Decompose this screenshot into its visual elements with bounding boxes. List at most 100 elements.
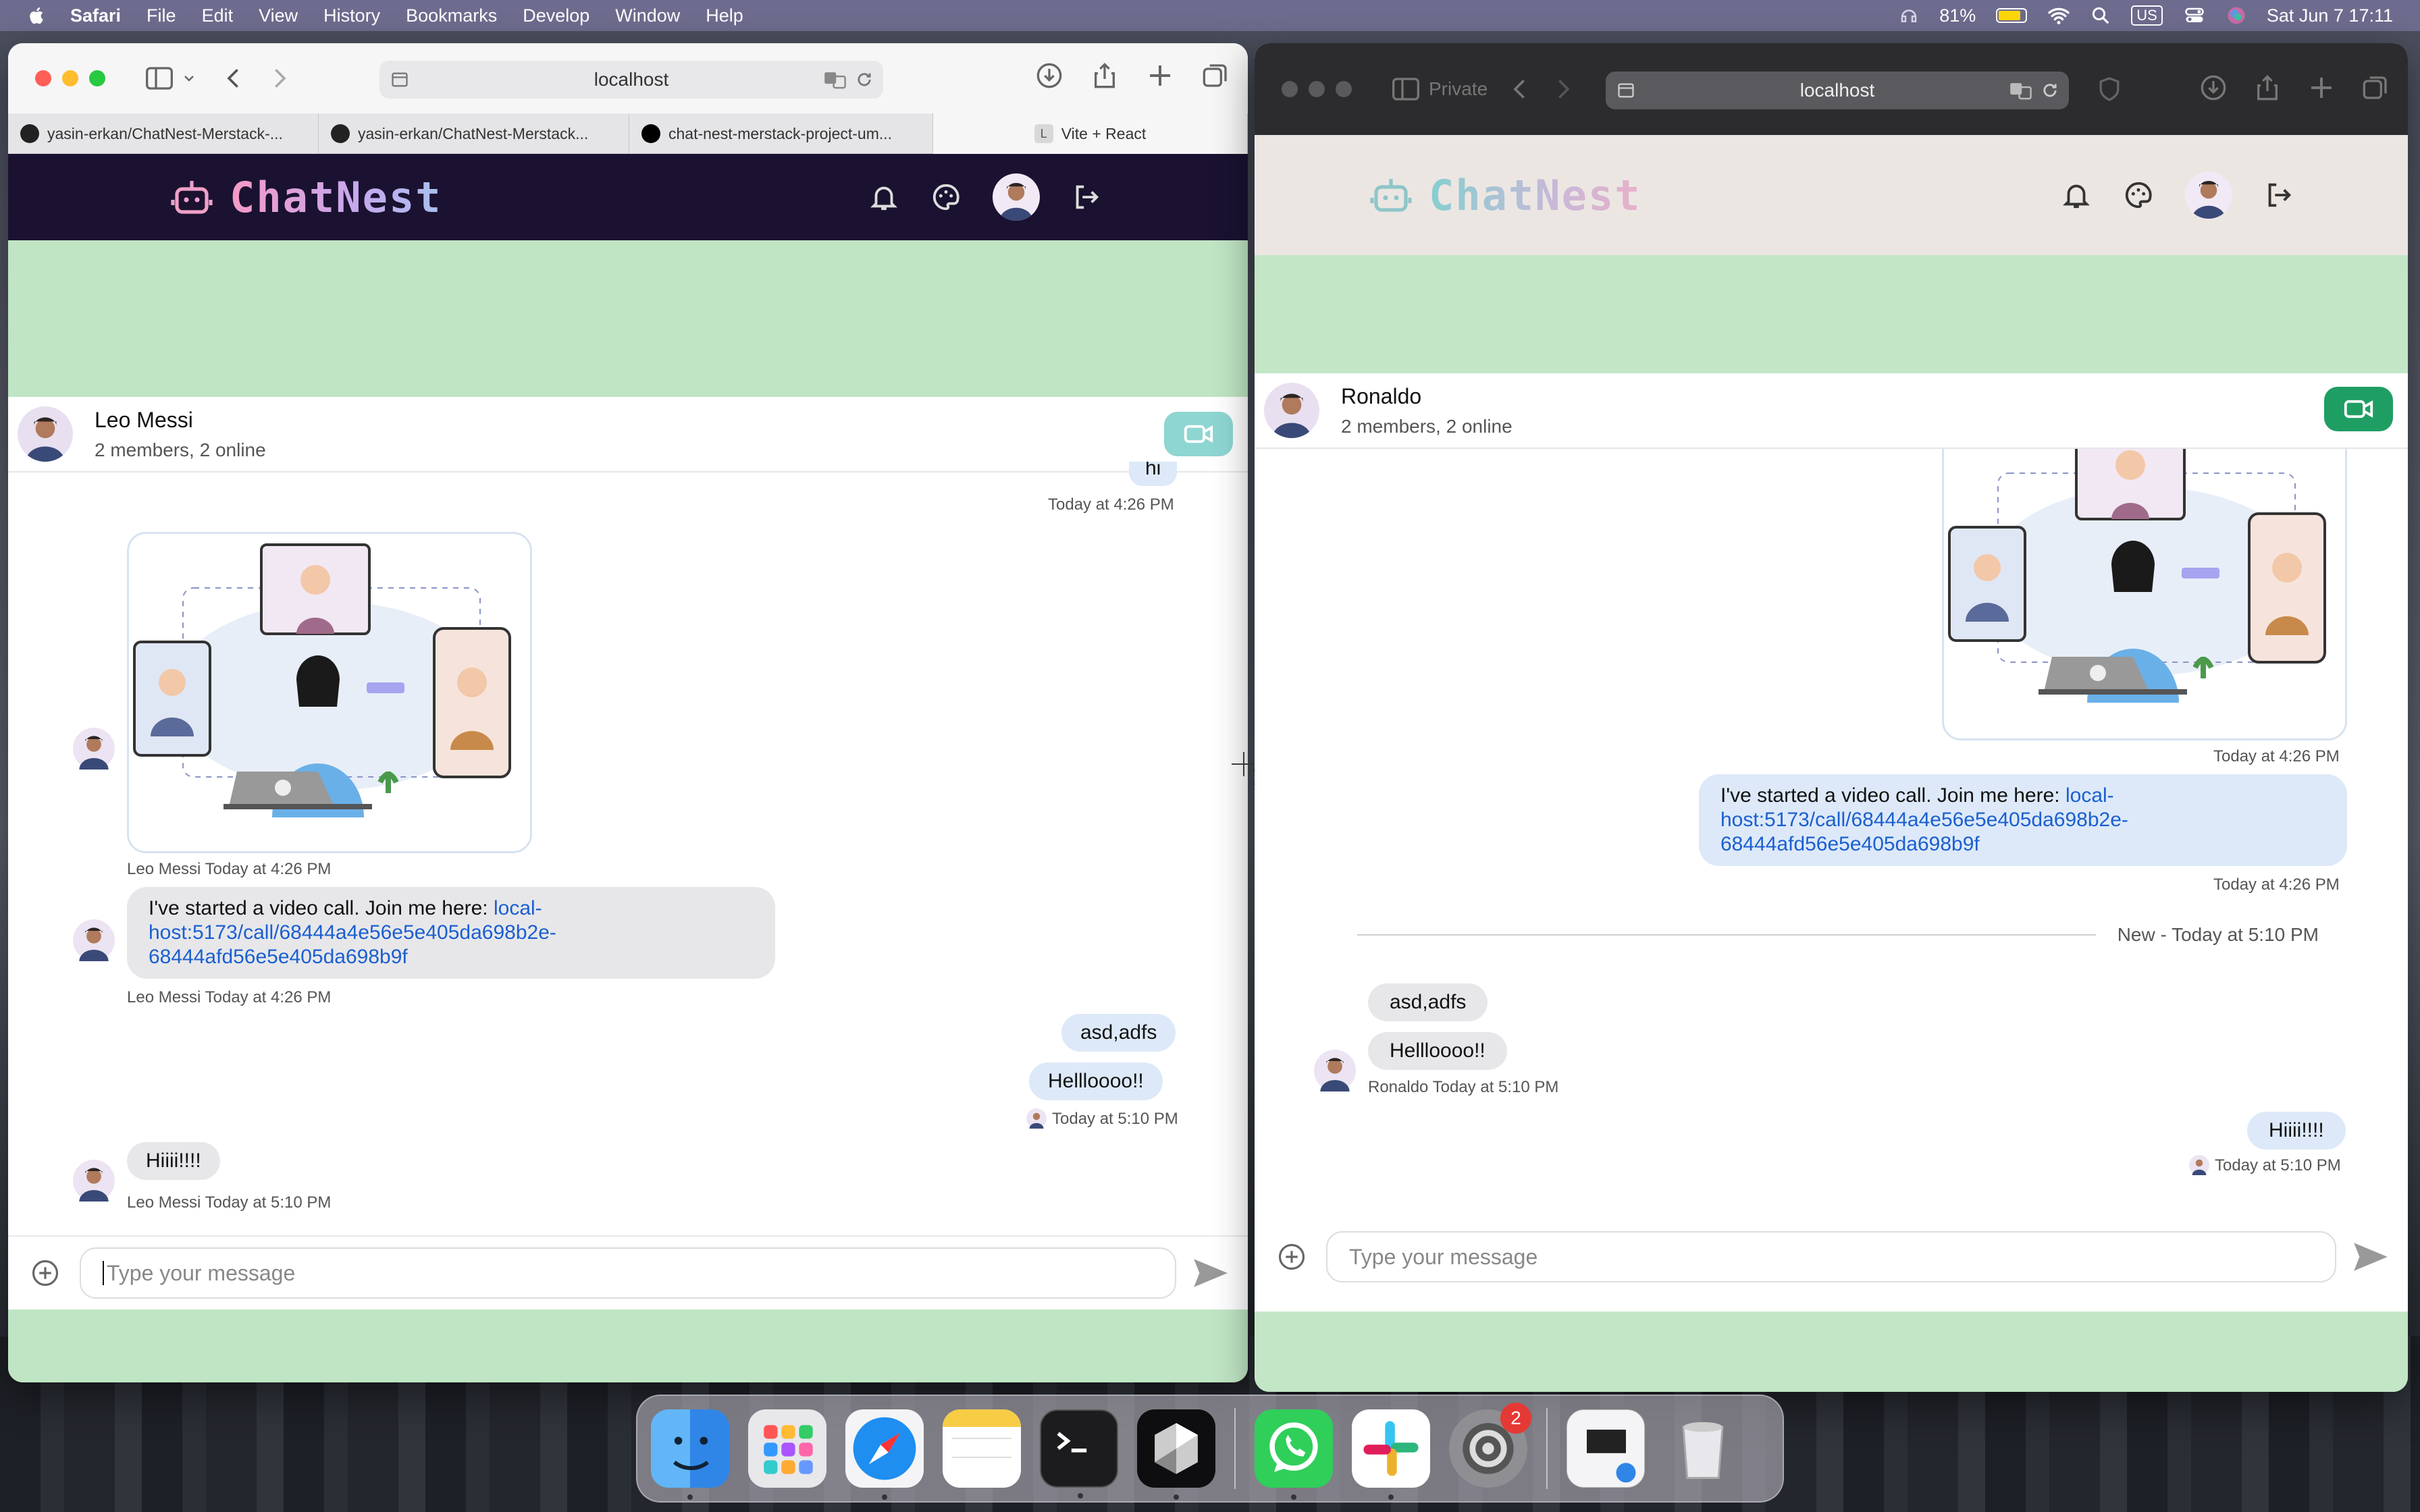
chat-avatar[interactable] — [18, 406, 73, 462]
call-link[interactable]: 68444afd56e5e405da698b9f — [149, 946, 408, 968]
bell-icon[interactable] — [2061, 180, 2092, 211]
address-bar[interactable]: localhost — [1606, 72, 2069, 109]
translate-icon[interactable] — [2009, 81, 2032, 100]
dock-finder[interactable] — [651, 1409, 729, 1500]
dock-terminal[interactable] — [1040, 1409, 1118, 1498]
battery-icon[interactable] — [1996, 8, 2028, 23]
palette-icon[interactable] — [930, 182, 962, 213]
dock-whatsapp[interactable] — [1255, 1409, 1333, 1500]
user-avatar[interactable] — [993, 173, 1040, 221]
palette-icon[interactable] — [2123, 180, 2154, 211]
sidebar-toggle-icon[interactable] — [1392, 78, 1419, 101]
call-link[interactable]: host:5173/call/68444a4e56e5e405da698b2e- — [149, 921, 556, 944]
message-bubble-outgoing: asd,adfs — [1061, 1014, 1176, 1052]
tab-overview-icon[interactable] — [2362, 74, 2389, 101]
menu-view[interactable]: View — [259, 5, 298, 26]
user-avatar[interactable] — [2185, 171, 2232, 219]
new-tab-icon[interactable] — [1147, 62, 1174, 89]
chat-avatar[interactable] — [1264, 383, 1319, 438]
apple-icon[interactable] — [27, 5, 47, 26]
back-icon[interactable] — [224, 67, 243, 90]
brand-logo[interactable]: ChatNest — [170, 173, 442, 222]
dock-notes[interactable] — [943, 1409, 1021, 1488]
close-window-button[interactable] — [35, 70, 51, 86]
dock-cursor[interactable] — [1137, 1409, 1215, 1500]
call-link[interactable]: local- — [494, 897, 542, 919]
dock-safari[interactable] — [845, 1409, 924, 1500]
minimize-window-button[interactable] — [62, 70, 78, 86]
clock[interactable]: Sat Jun 7 17:11 — [2267, 5, 2393, 26]
share-icon[interactable] — [1091, 62, 1118, 89]
address-bar[interactable]: localhost — [379, 61, 883, 99]
image-attachment[interactable] — [1942, 449, 2347, 740]
spotlight-search-icon[interactable] — [2090, 5, 2111, 26]
forward-icon[interactable] — [1554, 78, 1573, 101]
terminal-icon — [1057, 1432, 1087, 1453]
zoom-window-button[interactable] — [89, 70, 105, 86]
zoom-window-button[interactable] — [1336, 81, 1352, 97]
menu-file[interactable]: File — [147, 5, 176, 26]
sidebar-toggle-icon[interactable] — [146, 67, 173, 90]
call-link[interactable]: local- — [2066, 784, 2114, 807]
logout-icon[interactable] — [2263, 180, 2294, 211]
siri-icon[interactable] — [2226, 5, 2246, 26]
message-bubble-outgoing: hi — [1129, 462, 1178, 486]
new-tab-icon[interactable] — [2308, 74, 2335, 101]
reload-icon[interactable] — [855, 70, 874, 89]
divider-line — [1357, 934, 2096, 936]
chat-panel: Ronaldo 2 members, 2 online Today at 4:2… — [1255, 373, 2408, 1312]
message-input[interactable]: Type your message — [80, 1247, 1176, 1299]
tab-github-2[interactable]: yasin-erkan/ChatNest-Merstack... — [319, 113, 629, 154]
dock-preview-document[interactable] — [1567, 1409, 1645, 1488]
downloads-icon[interactable] — [1036, 62, 1063, 89]
tab-vercel[interactable]: chat-nest-merstack-project-um... — [629, 113, 933, 154]
reload-icon[interactable] — [2041, 81, 2059, 100]
chevron-down-icon[interactable] — [182, 72, 196, 85]
dock-launchpad[interactable] — [748, 1409, 826, 1488]
call-link[interactable]: 68444afd56e5e405da698b9f — [1720, 833, 1980, 855]
menu-edit[interactable]: Edit — [202, 5, 234, 26]
menu-window[interactable]: Window — [615, 5, 680, 26]
read-receipt-avatar — [2189, 1155, 2209, 1175]
attach-plus-icon[interactable] — [31, 1259, 59, 1287]
video-camera-icon — [2344, 400, 2373, 418]
menu-develop[interactable]: Develop — [523, 5, 589, 26]
message-input[interactable]: Type your message — [1326, 1231, 2336, 1282]
call-link[interactable]: host:5173/call/68444a4e56e5e405da698b2e- — [1720, 809, 2128, 831]
translate-icon[interactable] — [824, 70, 847, 89]
video-call-button[interactable] — [1164, 412, 1233, 456]
chat-status: 2 members, 2 online — [95, 439, 266, 460]
safari-window-right-private: Private localhost ChatNest Ronaldo 2 mem… — [1255, 43, 2408, 1392]
control-center-icon[interactable] — [2183, 5, 2206, 26]
menu-app-safari[interactable]: Safari — [70, 5, 121, 26]
headphones-icon[interactable] — [1899, 5, 1919, 26]
input-source[interactable]: US — [2131, 5, 2163, 26]
video-call-button[interactable] — [2324, 387, 2393, 431]
video-camera-icon — [1184, 425, 1213, 443]
brand-logo[interactable]: ChatNest — [1369, 171, 1641, 220]
menu-bookmarks[interactable]: Bookmarks — [406, 5, 497, 26]
image-attachment[interactable] — [127, 532, 532, 853]
menu-help[interactable]: Help — [706, 5, 743, 26]
send-icon[interactable] — [2351, 1239, 2390, 1274]
chat-header: Leo Messi 2 members, 2 online — [8, 397, 1248, 473]
close-window-button[interactable] — [1282, 81, 1298, 97]
wifi-icon[interactable] — [2047, 6, 2070, 25]
downloads-icon[interactable] — [2200, 74, 2227, 101]
dock-slack[interactable] — [1352, 1409, 1430, 1500]
dock-system-settings[interactable]: 2 — [1449, 1403, 1531, 1488]
menu-history[interactable]: History — [323, 5, 380, 26]
privacy-shield-icon[interactable] — [2099, 76, 2120, 103]
minimize-window-button[interactable] — [1309, 81, 1325, 97]
forward-icon[interactable] — [270, 67, 289, 90]
attach-plus-icon[interactable] — [1278, 1243, 1306, 1271]
dock-trash[interactable] — [1664, 1409, 1742, 1488]
back-icon[interactable] — [1510, 78, 1529, 101]
share-icon[interactable] — [2254, 74, 2281, 101]
tab-overview-icon[interactable] — [1202, 62, 1229, 89]
logout-icon[interactable] — [1071, 182, 1102, 213]
tab-github-1[interactable]: yasin-erkan/ChatNest-Merstack-... — [8, 113, 319, 154]
tab-vite-react[interactable]: L Vite + React — [933, 113, 1248, 154]
bell-icon[interactable] — [868, 182, 899, 213]
send-icon[interactable] — [1191, 1256, 1230, 1291]
